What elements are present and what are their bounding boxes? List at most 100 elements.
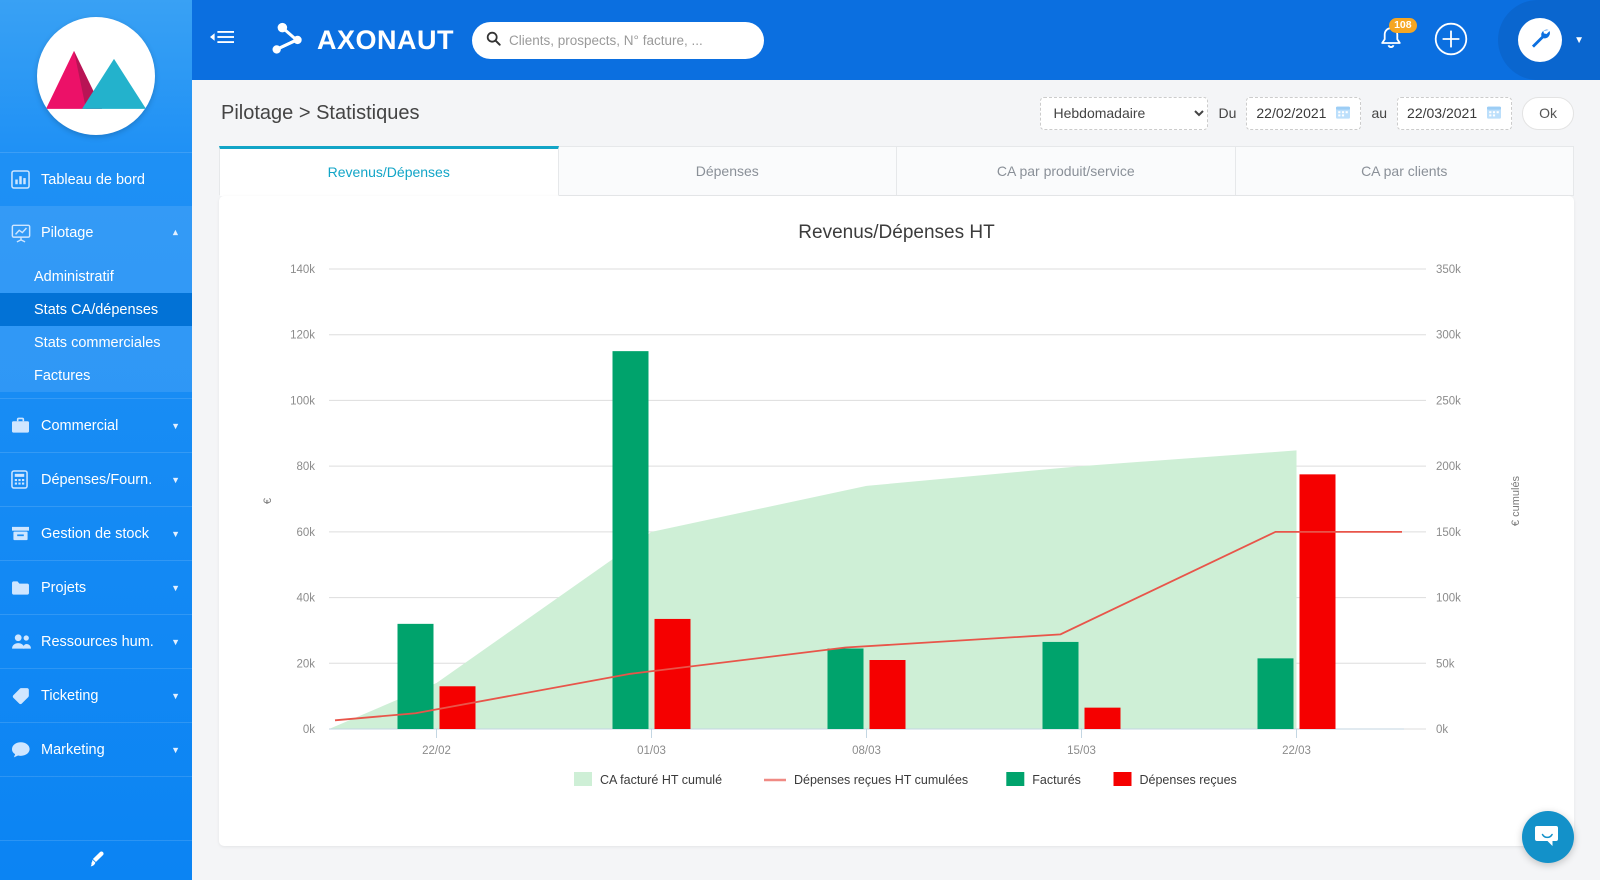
mountains-logo-icon	[46, 50, 146, 109]
svg-text:22/02: 22/02	[422, 745, 451, 757]
presentation-chart-icon	[11, 224, 41, 243]
svg-text:08/03: 08/03	[852, 745, 881, 757]
briefcase-icon	[11, 417, 41, 434]
svg-text:0k: 0k	[1436, 724, 1448, 736]
chevron-down-icon: ▼	[171, 636, 180, 647]
tab-ca-par-produit-service[interactable]: CA par produit/service	[897, 146, 1236, 196]
sidebar-theme-button[interactable]	[0, 840, 192, 880]
axonaut-node-icon	[268, 21, 310, 60]
archive-box-icon	[11, 525, 41, 542]
revenus-depenses-chart[interactable]: 0k 20k 40k 60k 80k 100k 120k 140k 0k 50k 100k 150k 2…	[219, 196, 1574, 846]
sidebar-subitem-administratif[interactable]: Administratif	[0, 260, 192, 293]
to-date-field[interactable]: 22/03/2021	[1397, 96, 1513, 130]
sidebar-item-ticketing[interactable]: Ticketing ▼	[0, 668, 192, 722]
sidebar-item-label: Gestion de stock	[41, 525, 149, 542]
sidebar-subitem-stats-ca-depenses[interactable]: Stats CA/dépenses	[0, 293, 192, 326]
topbar: AXONAUT 108	[192, 0, 1600, 80]
search-input[interactable]	[509, 32, 750, 48]
svg-text:200k: 200k	[1436, 461, 1461, 473]
user-menu-button[interactable]: ▼	[1498, 0, 1600, 80]
brand[interactable]: AXONAUT	[268, 21, 454, 60]
svg-text:80k: 80k	[296, 461, 315, 473]
notification-badge: 108	[1389, 17, 1417, 34]
sidebar-subitem-label: Administratif	[34, 268, 114, 285]
paintbrush-icon	[87, 850, 106, 871]
calculator-icon	[11, 470, 41, 489]
sidebar-item-tableau-de-bord[interactable]: Tableau de bord	[0, 152, 192, 206]
add-button[interactable]	[1434, 22, 1468, 59]
avatar	[1518, 18, 1563, 62]
sidebar-item-label: Pilotage	[41, 225, 94, 241]
svg-text:01/03: 01/03	[637, 745, 666, 757]
svg-text:300k: 300k	[1436, 330, 1461, 342]
sidebar-subitem-label: Factures	[34, 367, 91, 384]
sidebar-item-commercial[interactable]: Commercial ▼	[0, 398, 192, 452]
svg-text:250k: 250k	[1436, 395, 1461, 407]
sidebar-item-label: Tableau de bord	[41, 171, 145, 188]
to-label: au	[1371, 105, 1388, 121]
chevron-down-icon: ▼	[171, 690, 180, 701]
svg-text:€: €	[262, 498, 274, 504]
sidebar-item-label: Projets	[41, 579, 87, 596]
svg-text:140k: 140k	[290, 264, 315, 276]
period-select[interactable]: Hebdomadaire	[1040, 96, 1209, 130]
chevron-down-icon: ▼	[171, 420, 180, 431]
svg-text:15/03: 15/03	[1067, 745, 1096, 757]
svg-text:100k: 100k	[1436, 593, 1461, 605]
tag-icon	[11, 687, 41, 705]
sidebar-item-label: Dépenses/Fourn.	[41, 471, 153, 488]
main-content: Pilotage > Statistiques Hebdomadaire Du …	[192, 80, 1600, 880]
svg-text:40k: 40k	[296, 593, 315, 605]
sidebar-subitem-label: Stats CA/dépenses	[34, 301, 159, 318]
date-range-controls: Hebdomadaire Du 22/02/2021 au 22/03/2021	[1040, 96, 1574, 130]
svg-text:€ cumulés: € cumulés	[1510, 475, 1522, 526]
svg-text:Dépenses reçues HT cumulées: Dépenses reçues HT cumulées	[794, 773, 968, 787]
chevron-up-icon: ▼	[171, 228, 180, 238]
bell-icon	[1378, 26, 1404, 56]
chat-widget-button[interactable]	[1522, 811, 1574, 863]
sidebar-item-projets[interactable]: Projets ▼	[0, 560, 192, 614]
collapse-menu-icon[interactable]	[210, 29, 234, 51]
tab-ca-par-clients[interactable]: CA par clients	[1235, 146, 1574, 196]
tabs: Revenus/Dépenses Dépenses CA par produit…	[219, 146, 1574, 196]
svg-text:100k: 100k	[290, 395, 315, 407]
svg-text:50k: 50k	[1436, 658, 1455, 670]
chevron-down-icon: ▼	[171, 528, 180, 539]
svg-text:60k: 60k	[296, 527, 315, 539]
sidebar-item-label: Marketing	[41, 741, 105, 758]
sidebar-item-depenses-fourn[interactable]: Dépenses/Fourn. ▼	[0, 452, 192, 506]
sidebar-subitem-stats-commerciales[interactable]: Stats commerciales	[0, 326, 192, 359]
svg-text:Facturés: Facturés	[1032, 773, 1081, 787]
tab-revenus-depenses[interactable]: Revenus/Dépenses	[219, 146, 559, 196]
sidebar: Tableau de bord Pilotage ▼ Administratif…	[0, 0, 192, 880]
folder-icon	[11, 580, 41, 596]
tab-depenses[interactable]: Dépenses	[558, 146, 897, 196]
notifications-button[interactable]: 108	[1378, 17, 1417, 56]
svg-text:350k: 350k	[1436, 264, 1461, 276]
search-box[interactable]	[472, 21, 764, 59]
sidebar-subitem-factures[interactable]: Factures	[0, 359, 192, 392]
ok-button[interactable]: Ok	[1522, 96, 1574, 130]
sidebar-item-ressources-hum[interactable]: Ressources hum. ▼	[0, 614, 192, 668]
from-date-value: 22/02/2021	[1256, 105, 1327, 121]
svg-text:Dépenses reçues: Dépenses reçues	[1140, 773, 1237, 787]
svg-text:120k: 120k	[290, 330, 315, 342]
calendar-icon	[1486, 104, 1502, 123]
chevron-down-icon: ▼	[171, 582, 180, 593]
from-date-field[interactable]: 22/02/2021	[1246, 96, 1362, 130]
svg-text:20k: 20k	[296, 658, 315, 670]
sidebar-item-label: Ticketing	[41, 687, 99, 704]
sidebar-item-marketing[interactable]: Marketing ▼	[0, 722, 192, 776]
chat-bubble-icon	[1534, 823, 1562, 852]
chevron-down-icon: ▼	[171, 744, 180, 755]
from-label: Du	[1218, 105, 1237, 121]
sidebar-item-label: Ressources hum.	[41, 633, 154, 650]
sidebar-item-pilotage[interactable]: Pilotage ▼	[0, 206, 192, 260]
sidebar-group-pilotage: Pilotage ▼ Administratif Stats CA/dépens…	[0, 206, 192, 392]
wrench-icon	[1528, 26, 1553, 54]
sidebar-item-label: Commercial	[41, 417, 119, 434]
brand-logo[interactable]	[0, 0, 192, 152]
tab-label: Dépenses	[695, 163, 759, 179]
sidebar-item-gestion-de-stock[interactable]: Gestion de stock ▼	[0, 506, 192, 560]
sidebar-divider	[0, 776, 192, 828]
